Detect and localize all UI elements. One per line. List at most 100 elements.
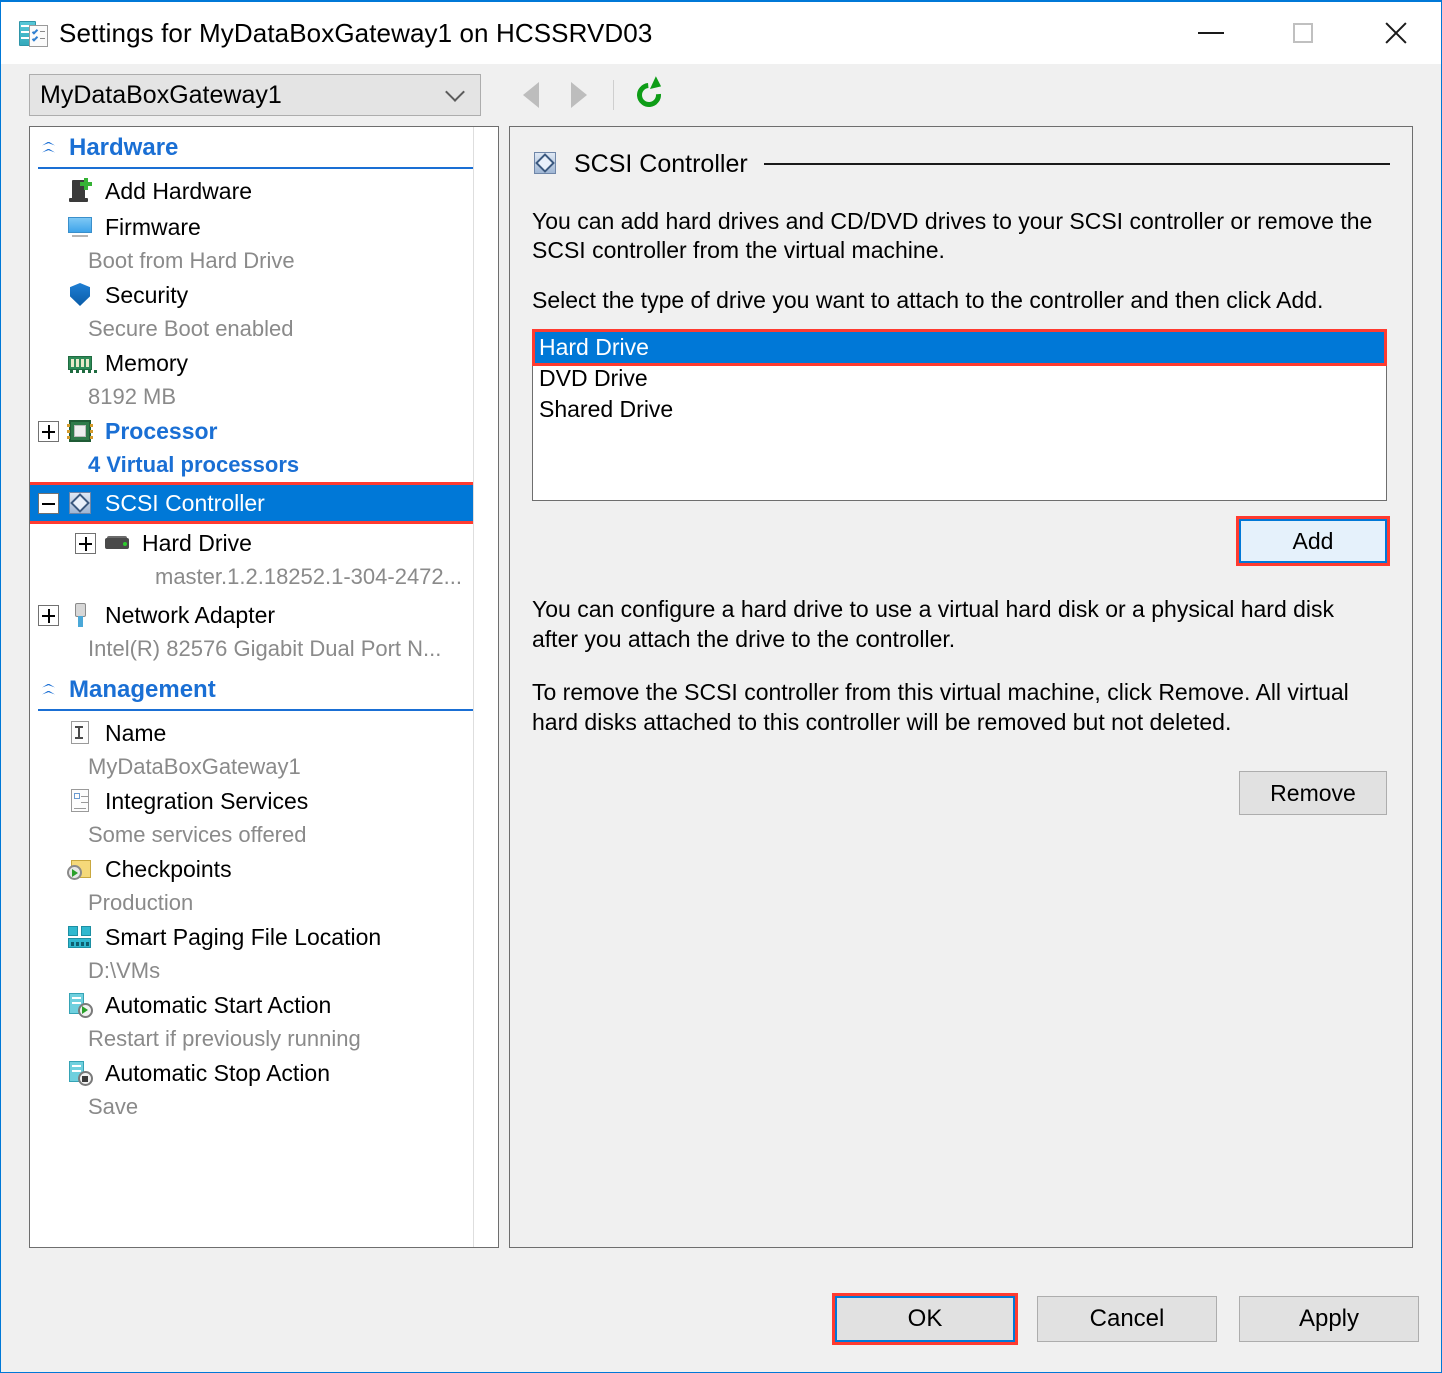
security-shield-icon	[67, 282, 93, 308]
sidebar-item-label: Processor	[105, 417, 218, 444]
close-icon	[1382, 20, 1408, 46]
sidebar-subtext-firmware: Boot from Hard Drive	[88, 248, 295, 273]
vm-selector-combobox[interactable]: MyDataBoxGateway1	[29, 74, 481, 116]
toolbar-separator	[613, 80, 614, 110]
sidebar-subtext-checkpoints: Production	[88, 890, 194, 915]
hard-drive-icon	[104, 530, 130, 556]
ok-button[interactable]: OK	[832, 1292, 1018, 1345]
sidebar-item-name[interactable]: Name	[30, 715, 489, 751]
drive-type-listbox[interactable]: Hard Drive DVD Drive Shared Drive	[532, 329, 1387, 502]
sidebar-item-label: Firmware	[105, 213, 201, 240]
sidebar-item-add-hardware[interactable]: Add Hardware	[30, 173, 489, 209]
tree-panel-edge	[489, 126, 499, 1248]
section-header-hardware[interactable]: Hardware	[30, 131, 489, 165]
expander-plus-icon[interactable]	[75, 532, 96, 554]
sidebar-subtext-name: MyDataBoxGateway1	[88, 754, 301, 779]
minimize-button[interactable]	[1165, 2, 1257, 64]
sidebar-subtext-automatic-stop-action: Save	[88, 1094, 139, 1119]
settings-tree-panel: Hardware Add Hardware Firmware Boot from…	[29, 126, 489, 1248]
sidebar-item-label: Add Hardware	[105, 177, 253, 204]
scsi-controller-icon	[532, 150, 560, 178]
sidebar-item-label: Network Adapter	[105, 601, 276, 628]
sidebar-item-label: Name	[105, 719, 167, 746]
memory-icon	[67, 350, 97, 376]
scsi-controller-icon	[67, 490, 93, 516]
back-arrow-icon[interactable]	[523, 82, 539, 108]
title-bar: Settings for MyDataBoxGateway1 on HCSSRV…	[1, 2, 1441, 64]
settings-dialog-window: Settings for MyDataBoxGateway1 on HCSSRV…	[0, 0, 1442, 1373]
sidebar-item-memory[interactable]: Memory	[30, 345, 489, 381]
sidebar-item-scsi-controller[interactable]: SCSI Controller	[30, 482, 489, 524]
sidebar-item-network-adapter[interactable]: Network Adapter	[30, 597, 489, 633]
sidebar-item-security[interactable]: Security	[30, 277, 489, 313]
sidebar-subtext-security: Secure Boot enabled	[88, 316, 294, 341]
remove-button-row: Remove	[532, 771, 1387, 816]
sidebar-item-label: Automatic Stop Action	[105, 1059, 331, 1086]
close-button[interactable]	[1349, 2, 1441, 64]
list-item-hard-drive[interactable]: Hard Drive	[532, 329, 1387, 367]
remove-button[interactable]: Remove	[1239, 771, 1387, 816]
sidebar-subtext-automatic-start-action: Restart if previously running	[88, 1026, 361, 1051]
select-paragraph: Select the type of drive you want to att…	[532, 286, 1324, 313]
add-hardware-icon	[67, 178, 93, 204]
tree-scrollbar[interactable]	[473, 127, 489, 1247]
page-title: SCSI Controller	[574, 149, 748, 178]
section-header-management[interactable]: Management	[30, 673, 489, 707]
sidebar-subtext-memory: 8192 MB	[88, 384, 177, 409]
navigation-group	[507, 76, 666, 112]
forward-arrow-icon[interactable]	[571, 82, 587, 108]
section-rule-hardware	[38, 167, 475, 169]
sidebar-item-firmware[interactable]: Firmware	[30, 209, 489, 245]
add-button[interactable]: Add	[1236, 516, 1390, 567]
refresh-icon[interactable]	[632, 76, 666, 112]
panel-header: SCSI Controller	[532, 145, 1394, 183]
list-item-dvd-drive[interactable]: DVD Drive	[535, 363, 1384, 394]
cancel-button[interactable]: Cancel	[1037, 1295, 1217, 1342]
apply-button[interactable]: Apply	[1239, 1295, 1419, 1342]
sidebar-item-hard-drive[interactable]: Hard Drive	[30, 525, 489, 561]
auto-stop-icon	[67, 1060, 93, 1086]
sidebar-item-label: Smart Paging File Location	[105, 923, 382, 950]
network-adapter-icon	[67, 602, 93, 628]
firmware-icon	[67, 214, 93, 240]
settings-vm-icon	[19, 18, 49, 48]
dialog-footer: OK Cancel Apply	[1, 1265, 1441, 1372]
chevron-up-icon	[42, 683, 55, 697]
window-controls	[1165, 2, 1441, 64]
remove-paragraph: To remove the SCSI controller from this …	[532, 679, 1349, 735]
sidebar-subtext-processor: 4 Virtual processors	[88, 452, 300, 477]
sidebar-subtext-network-adapter: Intel(R) 82576 Gigabit Dual Port N...	[88, 636, 442, 661]
sidebar-item-checkpoints[interactable]: Checkpoints	[30, 851, 489, 887]
expander-plus-icon[interactable]	[38, 420, 59, 442]
sidebar-item-automatic-stop-action[interactable]: Automatic Stop Action	[30, 1055, 489, 1091]
sidebar-item-label: Integration Services	[105, 787, 309, 814]
expander-plus-icon[interactable]	[38, 604, 59, 626]
checkpoints-icon	[67, 856, 93, 882]
maximize-button[interactable]	[1257, 2, 1349, 64]
sidebar-item-label: Automatic Start Action	[105, 991, 332, 1018]
sidebar-item-label: Checkpoints	[105, 855, 232, 882]
sidebar-item-label: Memory	[105, 349, 189, 376]
sidebar-item-automatic-start-action[interactable]: Automatic Start Action	[30, 987, 489, 1023]
sidebar-item-processor[interactable]: Processor	[30, 413, 489, 449]
section-title-management: Management	[69, 676, 216, 703]
sidebar-subtext-hard-drive: master.1.2.18252.1-304-2472...	[155, 564, 462, 589]
name-icon	[67, 720, 93, 746]
section-rule-management	[38, 709, 475, 711]
dialog-body: Hardware Add Hardware Firmware Boot from…	[1, 126, 1441, 1248]
sidebar-item-smart-paging-file-location[interactable]: Smart Paging File Location	[30, 919, 489, 955]
minimize-icon	[1198, 32, 1224, 34]
header-rule	[763, 163, 1390, 165]
sidebar-item-label: Security	[105, 281, 189, 308]
vm-selector-value: MyDataBoxGateway1	[40, 80, 282, 109]
intro-paragraph: You can add hard drives and CD/DVD drive…	[532, 208, 1373, 264]
maximize-icon	[1293, 23, 1313, 43]
sidebar-subtext-smart-paging: D:\VMs	[88, 958, 161, 983]
expander-minus-icon[interactable]	[38, 492, 59, 514]
list-item-shared-drive[interactable]: Shared Drive	[535, 394, 1384, 425]
sidebar-item-integration-services[interactable]: Integration Services	[30, 783, 489, 819]
toolbar: MyDataBoxGateway1	[1, 64, 1441, 126]
smart-paging-icon	[67, 924, 93, 950]
chevron-up-icon	[42, 141, 55, 155]
chevron-down-icon	[445, 82, 465, 102]
